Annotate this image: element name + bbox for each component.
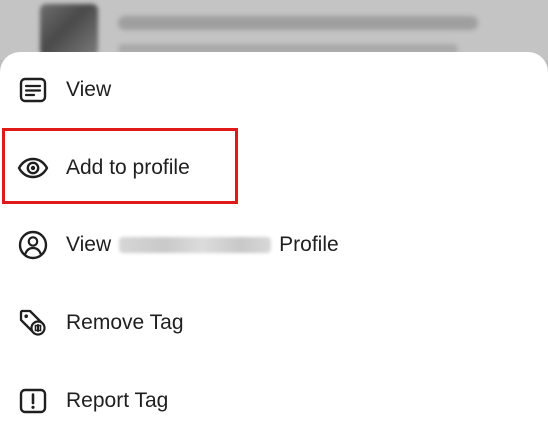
tag-remove-icon xyxy=(14,304,52,342)
blurred-avatar xyxy=(40,4,98,56)
blurred-notification-text xyxy=(118,16,478,30)
menu-item-label: Remove Tag xyxy=(66,311,184,334)
document-lines-icon xyxy=(14,71,52,109)
background-notification xyxy=(0,0,548,60)
menu-item-remove-tag[interactable]: Remove Tag xyxy=(0,291,548,355)
menu-item-view[interactable]: View xyxy=(0,58,548,122)
report-exclamation-icon xyxy=(14,382,52,420)
menu-item-label: Add to profile xyxy=(66,156,190,179)
view-prefix: View xyxy=(66,233,112,256)
menu-item-add-to-profile[interactable]: Add to profile xyxy=(0,136,548,200)
redacted-username xyxy=(119,237,272,253)
menu-item-label: View xyxy=(66,78,112,101)
profile-suffix: Profile xyxy=(279,233,339,256)
options-bottom-sheet: View Add to profile View Profile Remove … xyxy=(0,52,548,429)
screen: View Add to profile View Profile Remove … xyxy=(0,0,548,429)
menu-item-report-tag[interactable]: Report Tag xyxy=(0,369,548,429)
person-circle-icon xyxy=(14,226,52,264)
menu-item-label: View Profile xyxy=(66,233,339,257)
menu-item-view-profile[interactable]: View Profile xyxy=(0,213,548,277)
menu-item-label: Report Tag xyxy=(66,389,169,412)
eye-icon xyxy=(14,149,52,187)
